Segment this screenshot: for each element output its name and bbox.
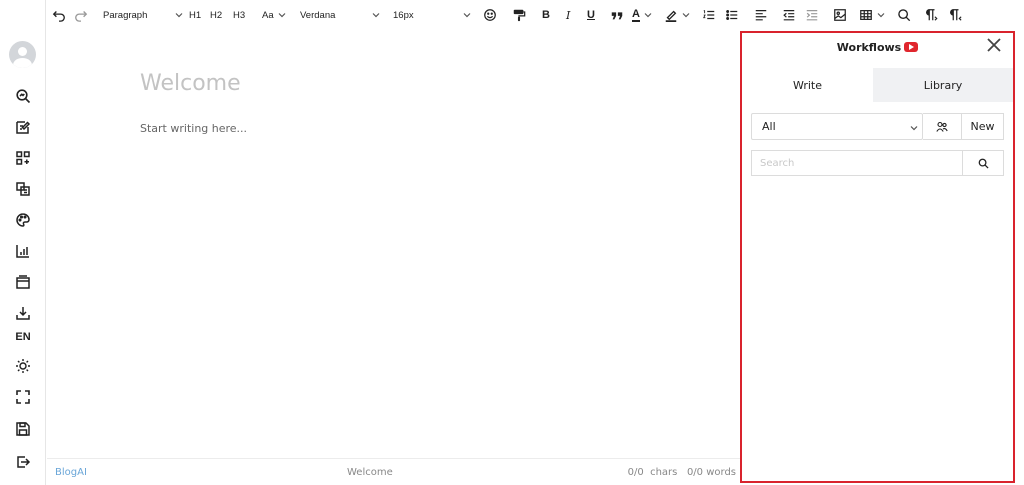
youtube-icon[interactable] [904,42,919,52]
sun-icon[interactable] [12,355,34,377]
app: EN Paragraph H1 H2 H3 Aa Verdana 16px B … [0,0,1024,485]
seo-search-icon[interactable] [12,85,34,107]
emoji-icon[interactable] [483,5,497,25]
filter-row: All New [751,113,1004,140]
fullscreen-icon[interactable] [12,386,34,408]
panel-tabs: Write Library [742,68,1013,102]
document-body[interactable]: Start writing here... [140,122,247,135]
shared-workflows-button[interactable] [923,113,962,140]
highlighter-icon [665,10,677,22]
find-icon[interactable] [897,5,911,25]
copy-layers-icon[interactable] [12,178,34,200]
outdent-icon[interactable] [782,5,796,25]
editor-toolbar: Paragraph H1 H2 H3 Aa Verdana 16px B I U [46,0,1024,30]
heading-3-button[interactable]: H3 [233,5,245,25]
ordered-list-icon[interactable] [702,5,716,25]
document-title[interactable]: Welcome [140,71,241,96]
rtl-paragraph-icon[interactable] [948,5,962,25]
font-size-select[interactable]: 16px [393,5,471,25]
editor-canvas[interactable]: Welcome Start writing here... [47,31,740,457]
words-count: 0/0 words [686,467,736,478]
chevron-down-icon [175,13,183,18]
apps-add-icon[interactable] [12,147,34,169]
tab-write[interactable]: Write [742,68,873,102]
search-row [751,150,1004,176]
category-select[interactable]: All [751,113,923,140]
status-doc-title: Welcome [347,467,393,478]
text-case-select[interactable]: Aa [262,5,290,25]
workflows-panel: Workflows Write Library All New [740,31,1015,483]
chevron-down-icon [910,126,918,131]
users-icon [936,121,948,132]
table-button[interactable] [859,5,887,25]
brand-link[interactable]: BlogAI [55,467,87,478]
indent-icon[interactable] [805,5,819,25]
chevron-down-icon [278,13,286,18]
heading-1-button[interactable]: H1 [189,5,201,25]
panel-title: Workflows [742,41,1013,54]
chevron-down-icon [644,13,652,18]
left-sidebar: EN [0,0,46,485]
search-button[interactable] [963,150,1004,176]
chevron-down-icon [877,13,885,18]
panel-title-text: Workflows [836,41,902,54]
highlight-button[interactable] [664,5,692,25]
category-select-value: All [762,120,776,133]
download-icon[interactable] [12,302,34,324]
close-icon[interactable] [985,36,1003,54]
search-icon [978,158,989,169]
underline-button[interactable]: U [587,5,595,25]
align-left-icon[interactable] [754,5,768,25]
new-workflow-button[interactable]: New [962,113,1004,140]
chevron-down-icon [463,13,471,18]
font-size-value: 16px [393,9,414,21]
image-icon[interactable] [833,5,847,25]
bullet-list-icon[interactable] [725,5,739,25]
block-format-value: Paragraph [103,9,148,21]
font-family-select[interactable]: Verdana [300,5,380,25]
exit-icon[interactable] [12,451,34,473]
avatar[interactable] [9,41,36,68]
status-bar: BlogAI Welcome 0/0 chars 0/0 words [47,458,740,485]
text-case-value: Aa [262,9,274,21]
font-family-value: Verdana [300,9,336,21]
tab-library[interactable]: Library [873,68,1013,102]
italic-button[interactable]: I [566,5,570,25]
redo-icon[interactable] [74,5,88,25]
undo-icon[interactable] [52,5,66,25]
edit-note-icon[interactable] [12,116,34,138]
blockquote-icon[interactable] [610,5,624,25]
save-icon[interactable] [12,418,34,440]
block-format-select[interactable]: Paragraph [103,5,183,25]
ltr-paragraph-icon[interactable] [924,5,938,25]
word-count: 0/0 chars 0/0 words [628,467,736,478]
chevron-down-icon [372,13,380,18]
window-icon[interactable] [12,271,34,293]
language-toggle[interactable]: EN [12,326,34,348]
font-color-button[interactable]: A [632,5,660,25]
heading-2-button[interactable]: H2 [210,5,222,25]
chevron-down-icon [682,13,690,18]
search-input[interactable] [751,150,963,176]
table-icon [860,10,872,20]
format-painter-icon[interactable] [512,5,526,25]
font-color-letter: A [632,7,640,22]
char-count: 0/0 chars [627,467,678,478]
palette-icon[interactable] [12,209,34,231]
bar-chart-icon[interactable] [12,240,34,262]
bold-button[interactable]: B [542,5,550,25]
